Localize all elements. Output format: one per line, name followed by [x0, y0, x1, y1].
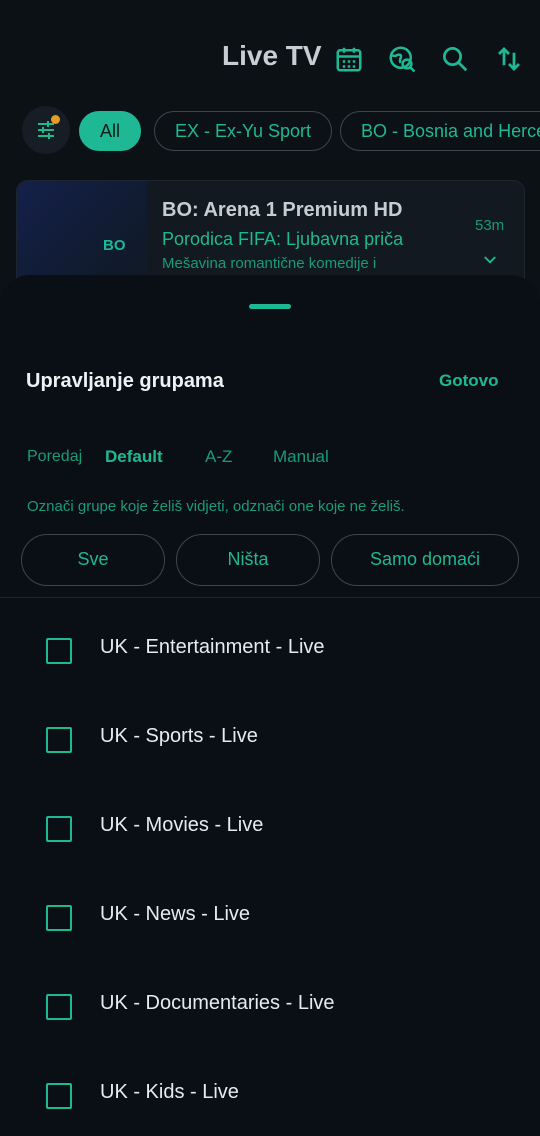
- program-description: Mešavina romantične komedije i: [162, 255, 377, 272]
- sort-label: Poredaj: [27, 448, 83, 465]
- select-all-button[interactable]: Sve: [21, 534, 165, 586]
- search-icon[interactable]: [440, 44, 470, 74]
- chevron-down-icon[interactable]: [481, 251, 499, 269]
- group-label: UK - Movies - Live: [100, 814, 264, 836]
- group-checkbox[interactable]: [46, 816, 72, 842]
- sort-manual[interactable]: Manual: [273, 447, 329, 467]
- chip-bosnia[interactable]: BO - Bosnia and Herce: [340, 111, 540, 151]
- group-checkbox[interactable]: [46, 638, 72, 664]
- app-header: Live TV: [0, 0, 540, 110]
- calendar-icon[interactable]: [334, 44, 364, 74]
- group-label: UK - Kids - Live: [100, 1081, 239, 1103]
- hint-text: Označi grupe koje želiš vidjeti, odznači…: [27, 498, 405, 515]
- filter-badge-dot: [51, 115, 60, 124]
- search-globe-icon[interactable]: [387, 44, 417, 74]
- group-row[interactable]: UK - Movies - Live: [0, 794, 540, 864]
- channel-name: BO: Arena 1 Premium HD: [162, 199, 403, 221]
- sheet-grabber[interactable]: [249, 304, 291, 309]
- filter-button[interactable]: [22, 106, 70, 154]
- group-row[interactable]: UK - News - Live: [0, 883, 540, 953]
- group-row[interactable]: UK - Kids - Live: [0, 1061, 540, 1131]
- group-row[interactable]: UK - Sports - Live: [0, 705, 540, 775]
- group-label: UK - Documentaries - Live: [100, 992, 335, 1014]
- sort-a-z[interactable]: A-Z: [205, 447, 232, 467]
- group-label: UK - News - Live: [100, 903, 251, 925]
- chip-ex-yu-sport[interactable]: EX - Ex-Yu Sport: [154, 111, 333, 151]
- group-label: UK - Sports - Live: [100, 725, 258, 747]
- select-domestic-button[interactable]: Samo domaći: [331, 534, 519, 586]
- program-title: Porodica FIFA: Ljubavna priča: [162, 229, 404, 249]
- sort-icon[interactable]: [494, 44, 524, 74]
- divider: [0, 597, 540, 598]
- sheet-title: Upravljanje grupama: [26, 370, 224, 392]
- select-none-button[interactable]: Ništa: [176, 534, 320, 586]
- channel-logo-text: BO: [103, 237, 126, 254]
- group-management-sheet: Upravljanje grupama Gotovo Poredaj Defau…: [0, 275, 540, 1136]
- group-checkbox[interactable]: [46, 994, 72, 1020]
- group-label: UK - Entertainment - Live: [100, 636, 325, 658]
- chip-all[interactable]: All: [79, 111, 142, 151]
- group-row[interactable]: UK - Documentaries - Live: [0, 972, 540, 1042]
- done-button[interactable]: Gotovo: [439, 371, 499, 391]
- group-checkbox[interactable]: [46, 727, 72, 753]
- time-remaining: 53m: [475, 217, 505, 234]
- group-checkbox[interactable]: [46, 1083, 72, 1109]
- group-checkbox[interactable]: [46, 905, 72, 931]
- page-title: Live TV: [222, 40, 322, 71]
- group-row[interactable]: UK - Entertainment - Live: [0, 616, 540, 686]
- sort-default[interactable]: Default: [105, 447, 163, 467]
